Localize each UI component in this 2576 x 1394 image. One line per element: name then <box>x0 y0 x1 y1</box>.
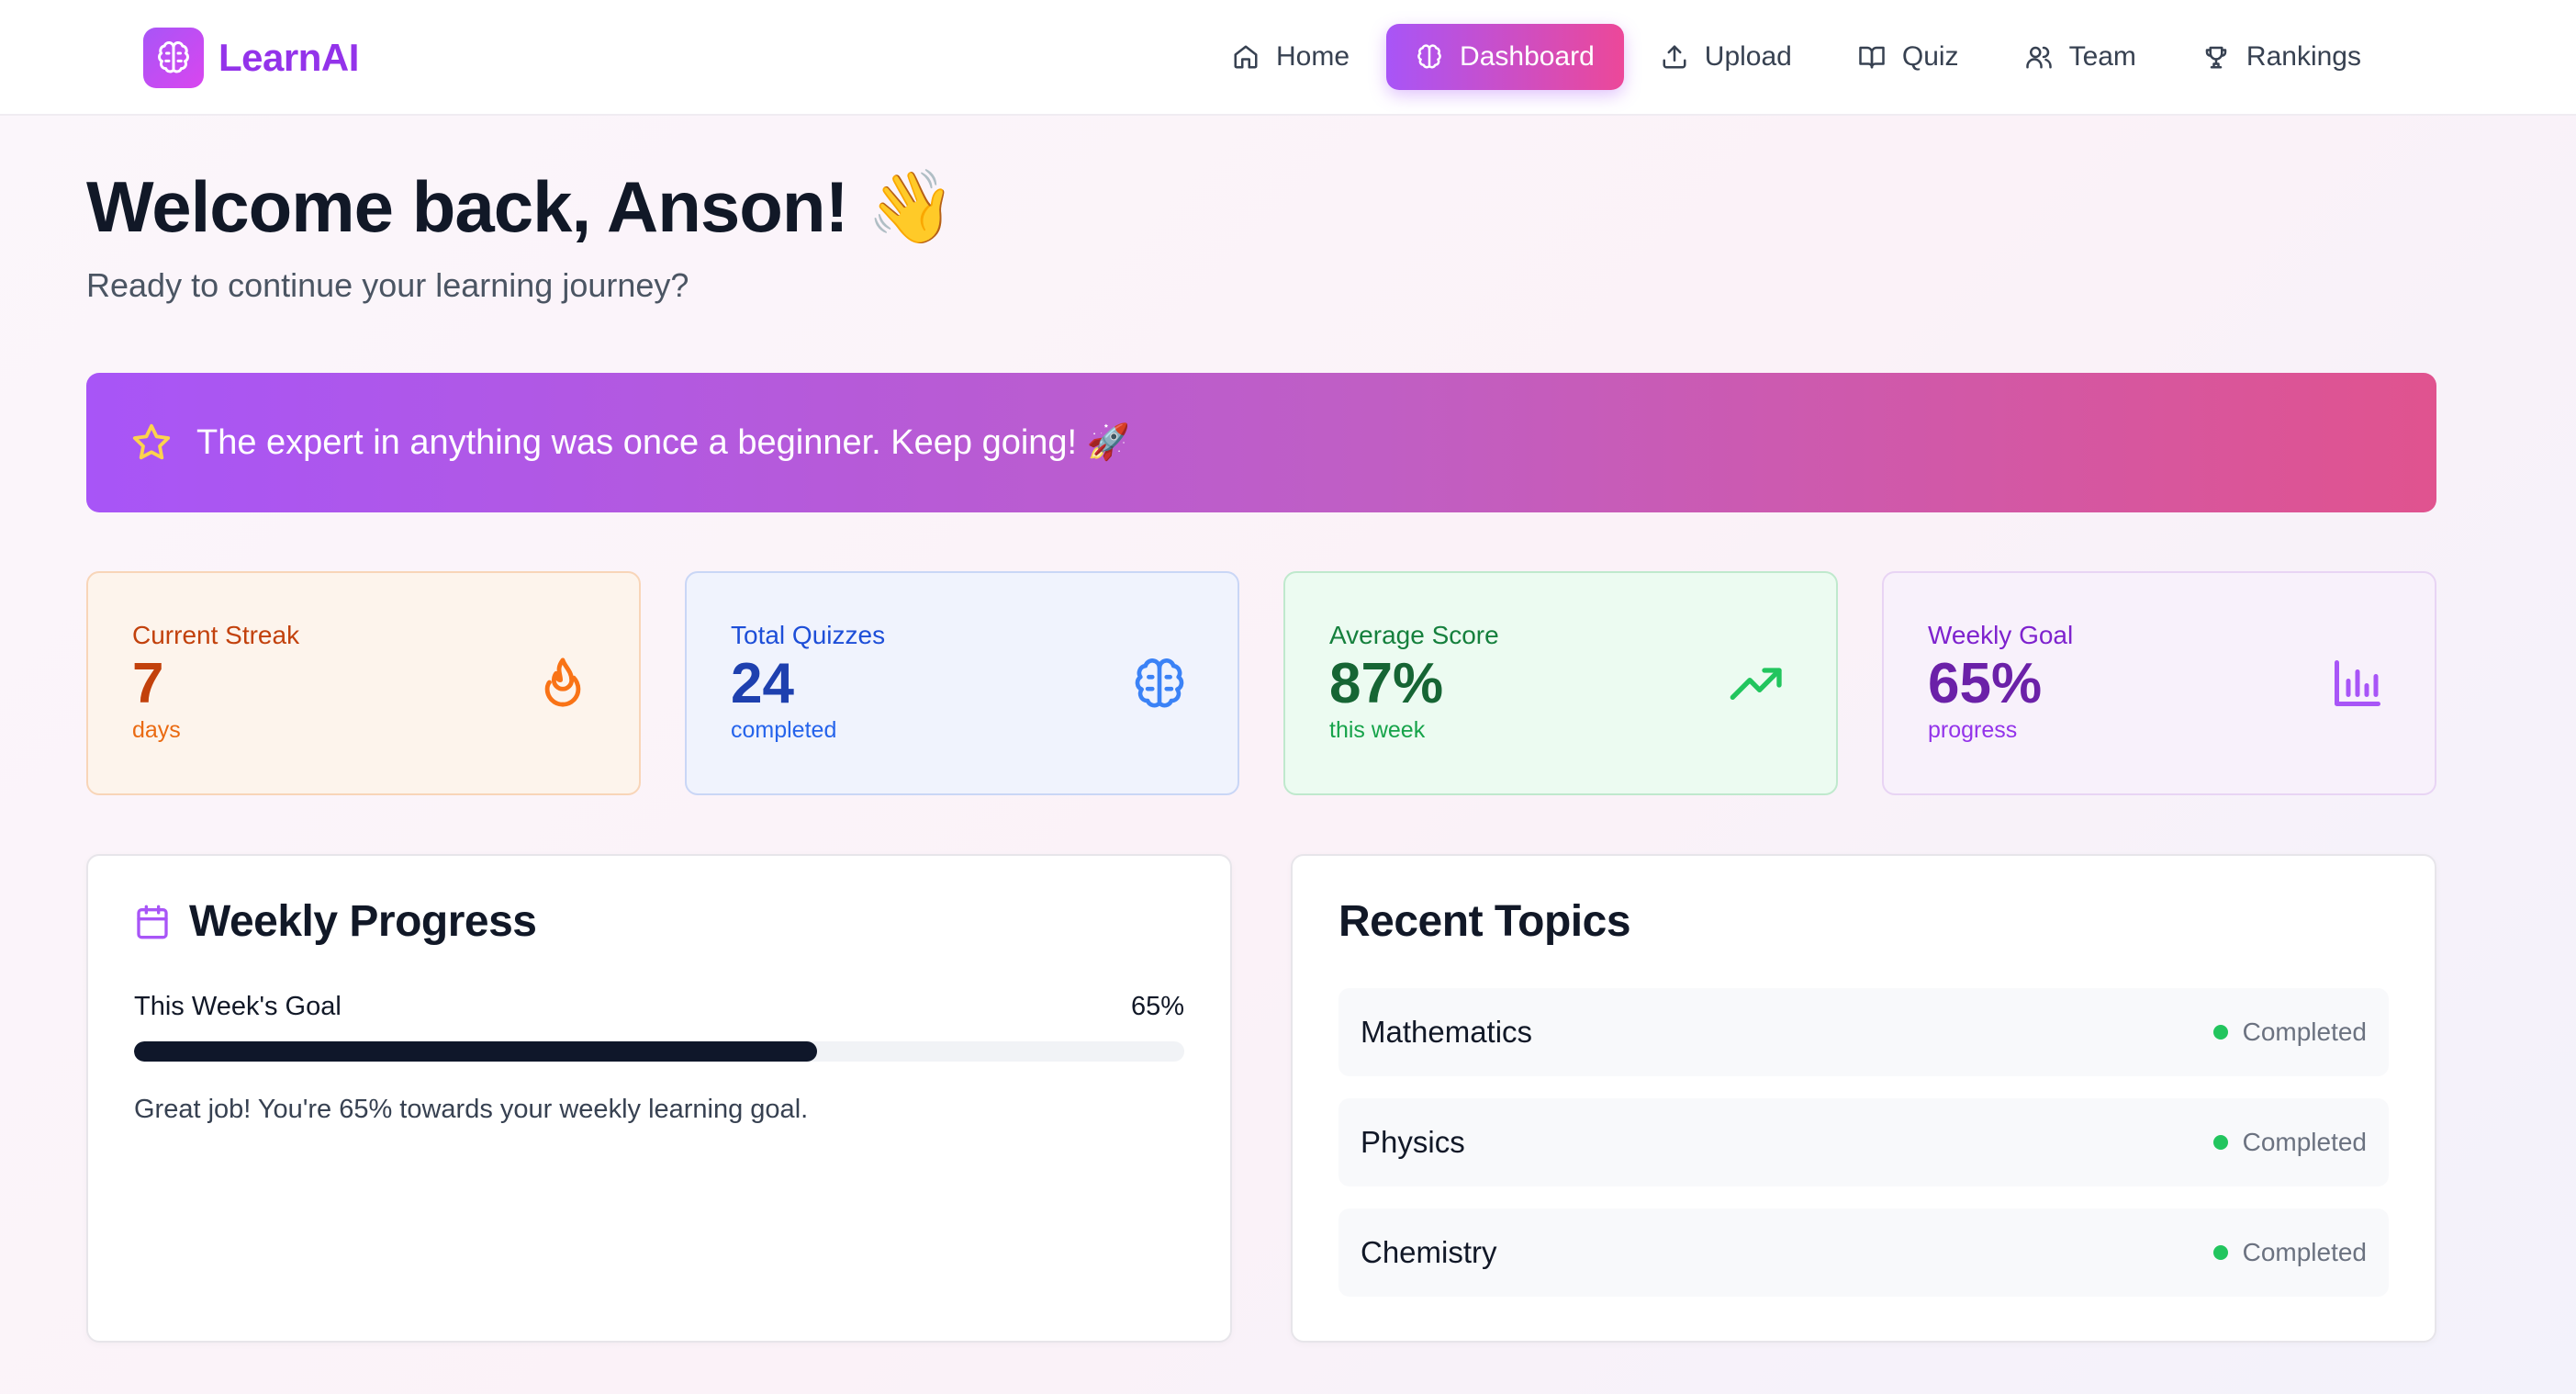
trending-up-icon <box>1730 668 1782 700</box>
motivation-banner: The expert in anything was once a beginn… <box>86 373 2436 512</box>
nav-item-label: Home <box>1276 41 1350 72</box>
panel-title: Weekly Progress <box>134 896 537 947</box>
nav-item-home[interactable]: Home <box>1203 24 1379 90</box>
topic-name: Chemistry <box>1361 1235 1497 1269</box>
nav-item-label: Rankings <box>2246 41 2361 72</box>
status-badge: Completed <box>2212 1017 2367 1047</box>
stat-sub: days <box>132 717 181 744</box>
book-icon <box>1859 46 1885 69</box>
stat-sub: completed <box>731 717 837 744</box>
banner-text: The expert in anything was once a beginn… <box>196 423 1130 462</box>
stat-card-average-score: Average Score 87% this week <box>1283 571 1838 795</box>
status-dot <box>2212 1135 2228 1150</box>
panel-title-text: Weekly Progress <box>189 897 537 946</box>
list-item[interactable]: Chemistry Completed <box>1338 1209 2389 1297</box>
bar-chart-icon <box>2335 660 2380 706</box>
status-badge: Completed <box>2212 1238 2367 1267</box>
stat-sub: progress <box>1928 717 2018 744</box>
nav-item-upload[interactable]: Upload <box>1631 24 1821 90</box>
goal-progress-bar <box>134 1041 1184 1062</box>
nav-item-quiz[interactable]: Quiz <box>1829 24 1988 90</box>
stat-value: 24 <box>731 652 794 715</box>
topic-name: Mathematics <box>1361 1015 1533 1049</box>
stat-value: 87% <box>1329 652 1444 715</box>
calendar-icon <box>137 905 168 939</box>
top-nav: LearnAI Home Dashboard Upload Quiz Team <box>0 0 2576 116</box>
brand[interactable]: LearnAI <box>143 28 359 88</box>
page-subtitle: Ready to continue your learning journey? <box>86 266 689 304</box>
stat-card-streak: Current Streak 7 days <box>86 571 641 795</box>
goal-label: This Week's Goal <box>134 992 342 1021</box>
panel-title: Recent Topics <box>1338 896 1631 947</box>
nav-item-label: Quiz <box>1901 41 1959 72</box>
status-text: Completed <box>2242 1238 2367 1266</box>
brain-icon <box>1417 44 1441 69</box>
brain-icon <box>1135 658 1184 708</box>
nav-item-dashboard[interactable]: Dashboard <box>1386 24 1624 90</box>
stat-value: 65% <box>1928 652 2043 715</box>
nav-item-label: Upload <box>1704 41 1792 72</box>
list-item[interactable]: Mathematics Completed <box>1338 988 2389 1076</box>
stat-label: Current Streak <box>132 621 300 649</box>
nav-item-team[interactable]: Team <box>1996 24 2166 90</box>
flame-icon <box>544 658 581 707</box>
stat-value: 7 <box>132 652 164 715</box>
trophy-icon <box>2205 46 2227 69</box>
status-text: Completed <box>2242 1017 2367 1046</box>
goal-percent: 65% <box>1130 992 1184 1021</box>
stat-label: Total Quizzes <box>731 621 886 649</box>
list-item[interactable]: Physics Completed <box>1338 1098 2389 1186</box>
users-icon <box>2025 46 2052 69</box>
status-dot <box>2212 1245 2228 1260</box>
goal-message: Great job! You're 65% towards your weekl… <box>134 1095 809 1124</box>
stat-sub: this week <box>1329 717 1426 744</box>
stat-label: Average Score <box>1329 621 1499 649</box>
nav-item-label: Dashboard <box>1460 41 1595 72</box>
nav-item-label: Team <box>2068 41 2136 72</box>
upload-icon <box>1663 45 1686 69</box>
stat-card-quizzes: Total Quizzes 24 completed <box>685 571 1239 795</box>
status-badge: Completed <box>2212 1128 2367 1157</box>
panel-title-text: Recent Topics <box>1338 897 1631 946</box>
goal-progress-fill <box>134 1041 817 1062</box>
goal-row: This Week's Goal 65% <box>134 992 1184 1022</box>
star-icon <box>132 423 171 460</box>
stat-label: Weekly Goal <box>1928 621 2074 649</box>
status-text: Completed <box>2242 1128 2367 1156</box>
nav-item-rankings[interactable]: Rankings <box>2173 24 2391 90</box>
status-dot <box>2212 1025 2228 1040</box>
weekly-progress-panel: Weekly Progress This Week's Goal 65% Gre… <box>86 854 1232 1343</box>
brand-name: LearnAI <box>218 36 359 79</box>
topic-list: Mathematics Completed Physics Completed … <box>1338 988 2389 1319</box>
recent-topics-panel: Recent Topics Mathematics Completed Phys… <box>1291 854 2436 1343</box>
nav-menu: Home Dashboard Upload Quiz Team Rankings <box>1203 24 2398 90</box>
topic-name: Physics <box>1361 1125 1465 1159</box>
stat-card-weekly-goal: Weekly Goal 65% progress <box>1882 571 2436 795</box>
home-icon <box>1234 45 1258 69</box>
brain-icon <box>143 28 204 88</box>
page-title: Welcome back, Anson! 👋 <box>86 166 956 247</box>
